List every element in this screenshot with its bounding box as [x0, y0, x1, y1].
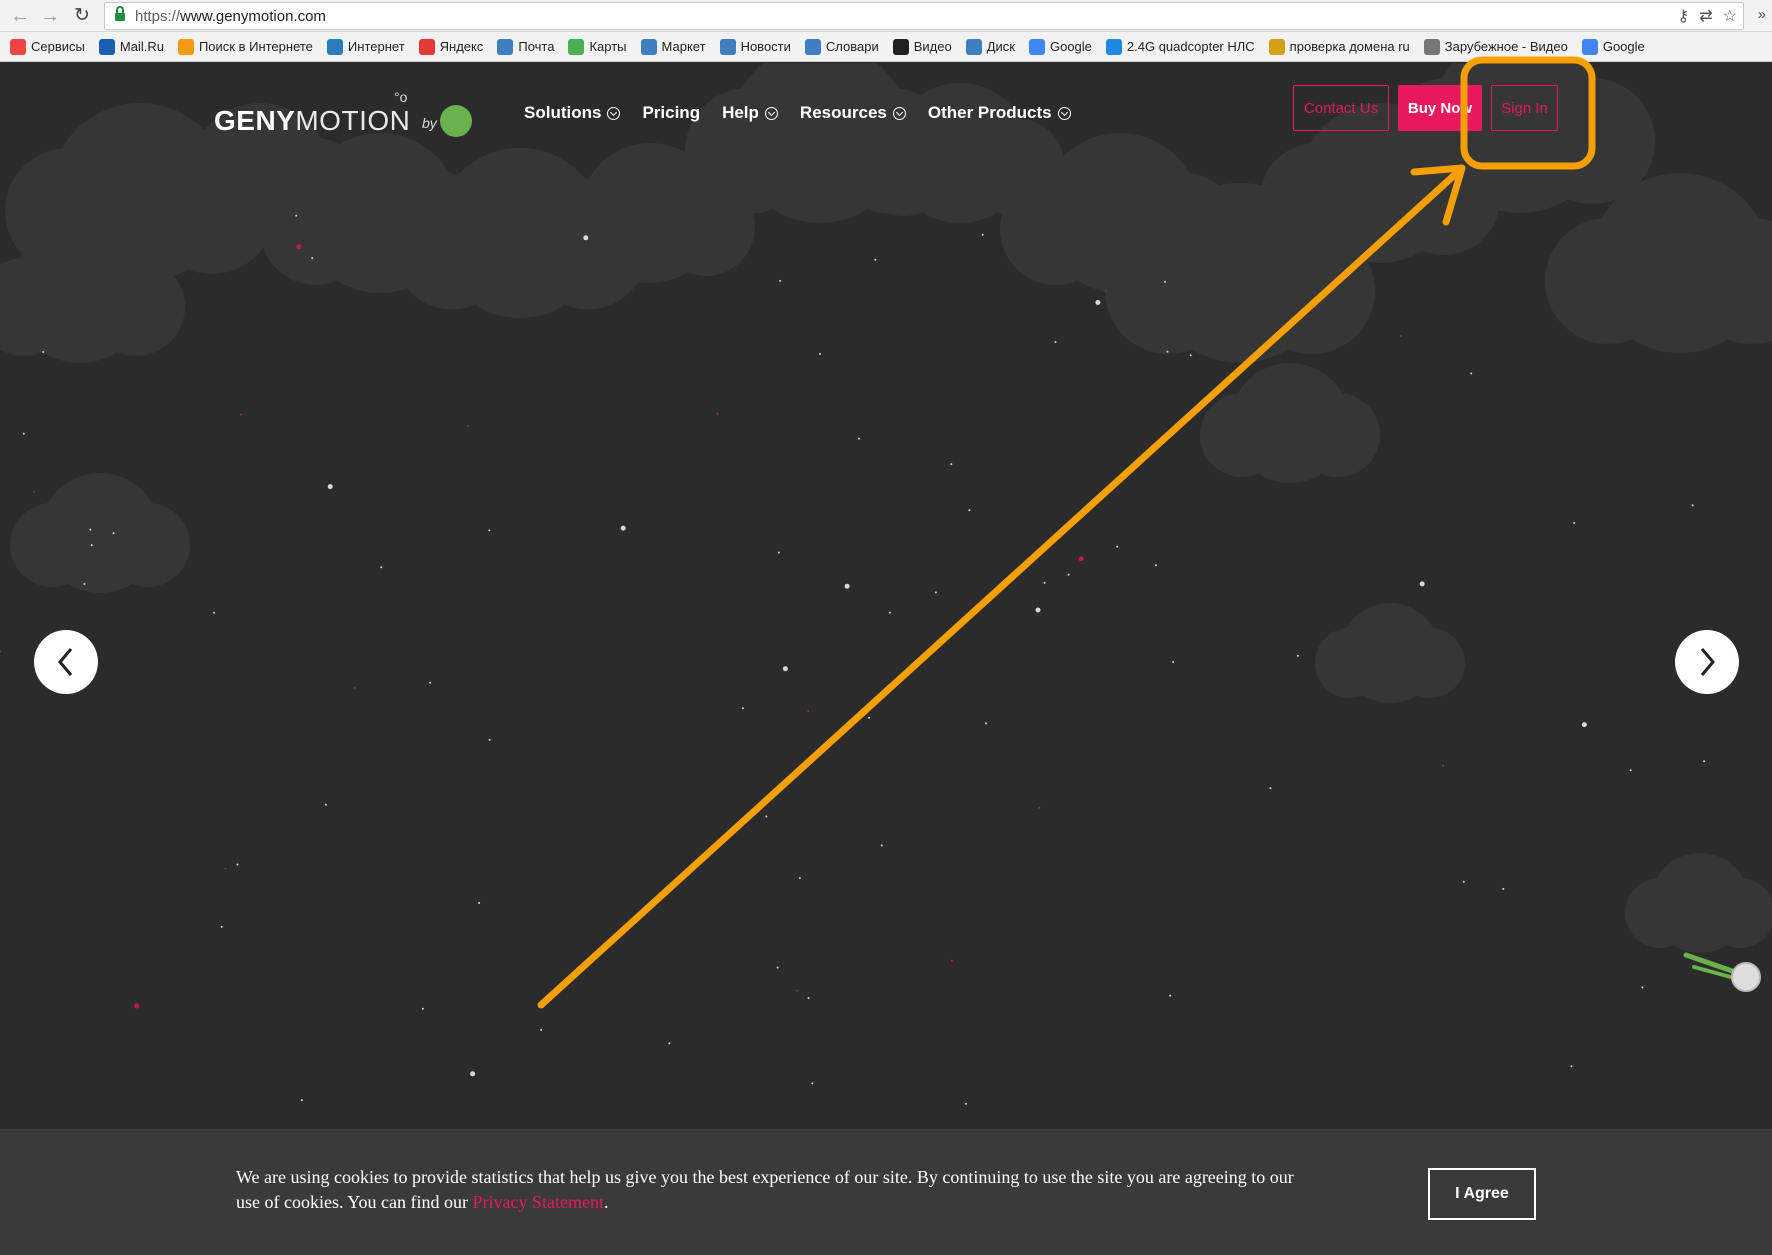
- forward-icon[interactable]: →: [38, 4, 62, 28]
- contact-us-button[interactable]: Contact Us: [1293, 85, 1389, 131]
- bookmark-label: Интернет: [347, 39, 405, 54]
- bubbles-icon: °o: [394, 89, 408, 105]
- chevron-down-icon: [607, 106, 621, 120]
- bookmark-item[interactable]: Mail.Ru: [98, 38, 164, 55]
- night-sky-background: [0, 63, 1772, 1105]
- bookmark-icon: [719, 38, 736, 55]
- bookmark-item[interactable]: Сервисы: [10, 38, 85, 55]
- translate-icon[interactable]: ⇄: [1699, 6, 1712, 26]
- chevron-left-icon: [58, 648, 73, 676]
- bookmark-icon: [1105, 38, 1122, 55]
- chevron-right-icon: [1700, 648, 1715, 676]
- bookmark-item[interactable]: Google: [1028, 38, 1092, 55]
- bookmark-label: Карты: [589, 39, 627, 54]
- rocket-ball-icon: [1683, 952, 1761, 992]
- nav-item-label: Other Products: [927, 103, 1052, 122]
- bookmark-label: Сервисы: [31, 39, 85, 54]
- carousel-next-button[interactable]: [1675, 630, 1739, 694]
- key-icon[interactable]: ⚷: [1678, 6, 1690, 26]
- bookmark-item[interactable]: Почта: [497, 38, 555, 55]
- main-nav: Solutions Pricing Help Resources Other Produ…: [524, 103, 1071, 123]
- buy-now-button[interactable]: Buy Now: [1398, 85, 1482, 131]
- genymobile-icon: [440, 105, 472, 137]
- bookmark-icon: [177, 38, 194, 55]
- sign-in-button[interactable]: Sign In: [1491, 85, 1558, 131]
- bookmark-item[interactable]: Диск: [965, 38, 1015, 55]
- bookmark-icon: [640, 38, 657, 55]
- bookmark-label: Диск: [986, 39, 1015, 54]
- bookmark-icon: [1028, 38, 1045, 55]
- logo-by: by: [422, 115, 437, 131]
- bookmark-icon: [568, 38, 585, 55]
- bookmark-label: Яндекс: [439, 39, 484, 54]
- bookmark-icon: [1423, 38, 1440, 55]
- bookmark-label: Маркет: [661, 39, 706, 54]
- bookmark-label: Зарубежное - Видео: [1444, 39, 1568, 54]
- bookmark-item[interactable]: Новости: [719, 38, 791, 55]
- bookmark-icon: [1268, 38, 1285, 55]
- bookmark-icon: [98, 38, 115, 55]
- chevron-down-icon: [892, 106, 906, 120]
- nav-item-label: Pricing: [642, 103, 701, 122]
- star-icon[interactable]: ☆: [1723, 6, 1737, 26]
- bookmark-label: 2.4G quadcopter НЛС: [1126, 39, 1255, 54]
- bookmark-icon: [326, 38, 343, 55]
- browser-toolbar: ← → ↻ https://www.genymotion.com ⚷ ⇄ ☆: [0, 0, 1772, 32]
- bookmark-item[interactable]: Интернет: [326, 38, 405, 55]
- bookmark-item[interactable]: 2.4G quadcopter НЛС: [1105, 38, 1255, 55]
- address-bar[interactable]: https://www.genymotion.com ⚷ ⇄ ☆: [104, 2, 1744, 30]
- back-icon[interactable]: ←: [8, 4, 32, 28]
- bookmarks-bar: Сервисы Mail.Ru Поиск в Интернете Интернет Я…: [0, 32, 1772, 62]
- bookmark-icon: [497, 38, 514, 55]
- bookmark-icon: [10, 38, 26, 55]
- bookmark-item[interactable]: Карты: [568, 38, 627, 55]
- bookmark-item[interactable]: Видео: [892, 38, 952, 55]
- bookmark-icon: [418, 38, 435, 55]
- bookmark-item[interactable]: Поиск в Интернете: [177, 38, 313, 55]
- url-text[interactable]: https://www.genymotion.com: [135, 8, 326, 25]
- bookmark-label: Видео: [913, 39, 952, 54]
- bookmark-item[interactable]: Маркет: [640, 38, 706, 55]
- bookmark-icon: [892, 38, 909, 55]
- bookmarks-more-icon[interactable]: »: [1758, 6, 1766, 23]
- nav-item-resources[interactable]: Resources: [800, 103, 906, 123]
- bookmark-item[interactable]: Словари: [804, 38, 879, 55]
- nav-item-solutions[interactable]: Solutions: [524, 103, 621, 123]
- bookmark-item[interactable]: Яндекс: [418, 38, 484, 55]
- bookmark-item[interactable]: Google: [1581, 38, 1645, 55]
- bookmark-icon: [1581, 38, 1598, 55]
- nav-item-label: Resources: [799, 103, 887, 122]
- bookmark-label: Google: [1602, 39, 1645, 54]
- bookmark-label: Новости: [740, 39, 791, 54]
- nav-item-other-products[interactable]: Other Products: [928, 103, 1071, 123]
- bookmark-icon: [965, 38, 982, 55]
- privacy-statement-link[interactable]: Privacy Statement: [472, 1192, 603, 1212]
- chevron-down-icon: [764, 106, 778, 120]
- nav-item-pricing[interactable]: Pricing: [642, 103, 700, 123]
- bookmark-label: Mail.Ru: [119, 39, 164, 54]
- nav-item-help[interactable]: Help: [722, 103, 778, 123]
- bookmark-label: Почта: [518, 39, 555, 54]
- reload-icon[interactable]: ↻: [70, 4, 94, 28]
- bookmark-label: Словари: [825, 39, 879, 54]
- bookmark-item[interactable]: Зарубежное - Видео: [1423, 38, 1568, 55]
- bookmark-icon: [804, 38, 821, 55]
- nav-item-label: Solutions: [524, 103, 602, 122]
- carousel-prev-button[interactable]: [34, 630, 98, 694]
- chevron-down-icon: [1057, 106, 1071, 120]
- lock-icon: [115, 6, 125, 22]
- genymotion-logo[interactable]: GENYMOTION °o by: [214, 89, 472, 137]
- bookmark-label: проверка домена ru: [1289, 39, 1410, 54]
- i-agree-button[interactable]: I Agree: [1428, 1168, 1536, 1220]
- page: GENYMOTION °o by Solutions Pricing Help Res…: [0, 63, 1772, 1255]
- bookmark-label: Google: [1049, 39, 1092, 54]
- bookmark-item[interactable]: проверка домена ru: [1268, 38, 1410, 55]
- nav-item-label: Help: [722, 103, 759, 122]
- bookmark-label: Поиск в Интернете: [198, 39, 313, 54]
- cookie-text: We are using cookies to provide statisti…: [236, 1167, 1294, 1212]
